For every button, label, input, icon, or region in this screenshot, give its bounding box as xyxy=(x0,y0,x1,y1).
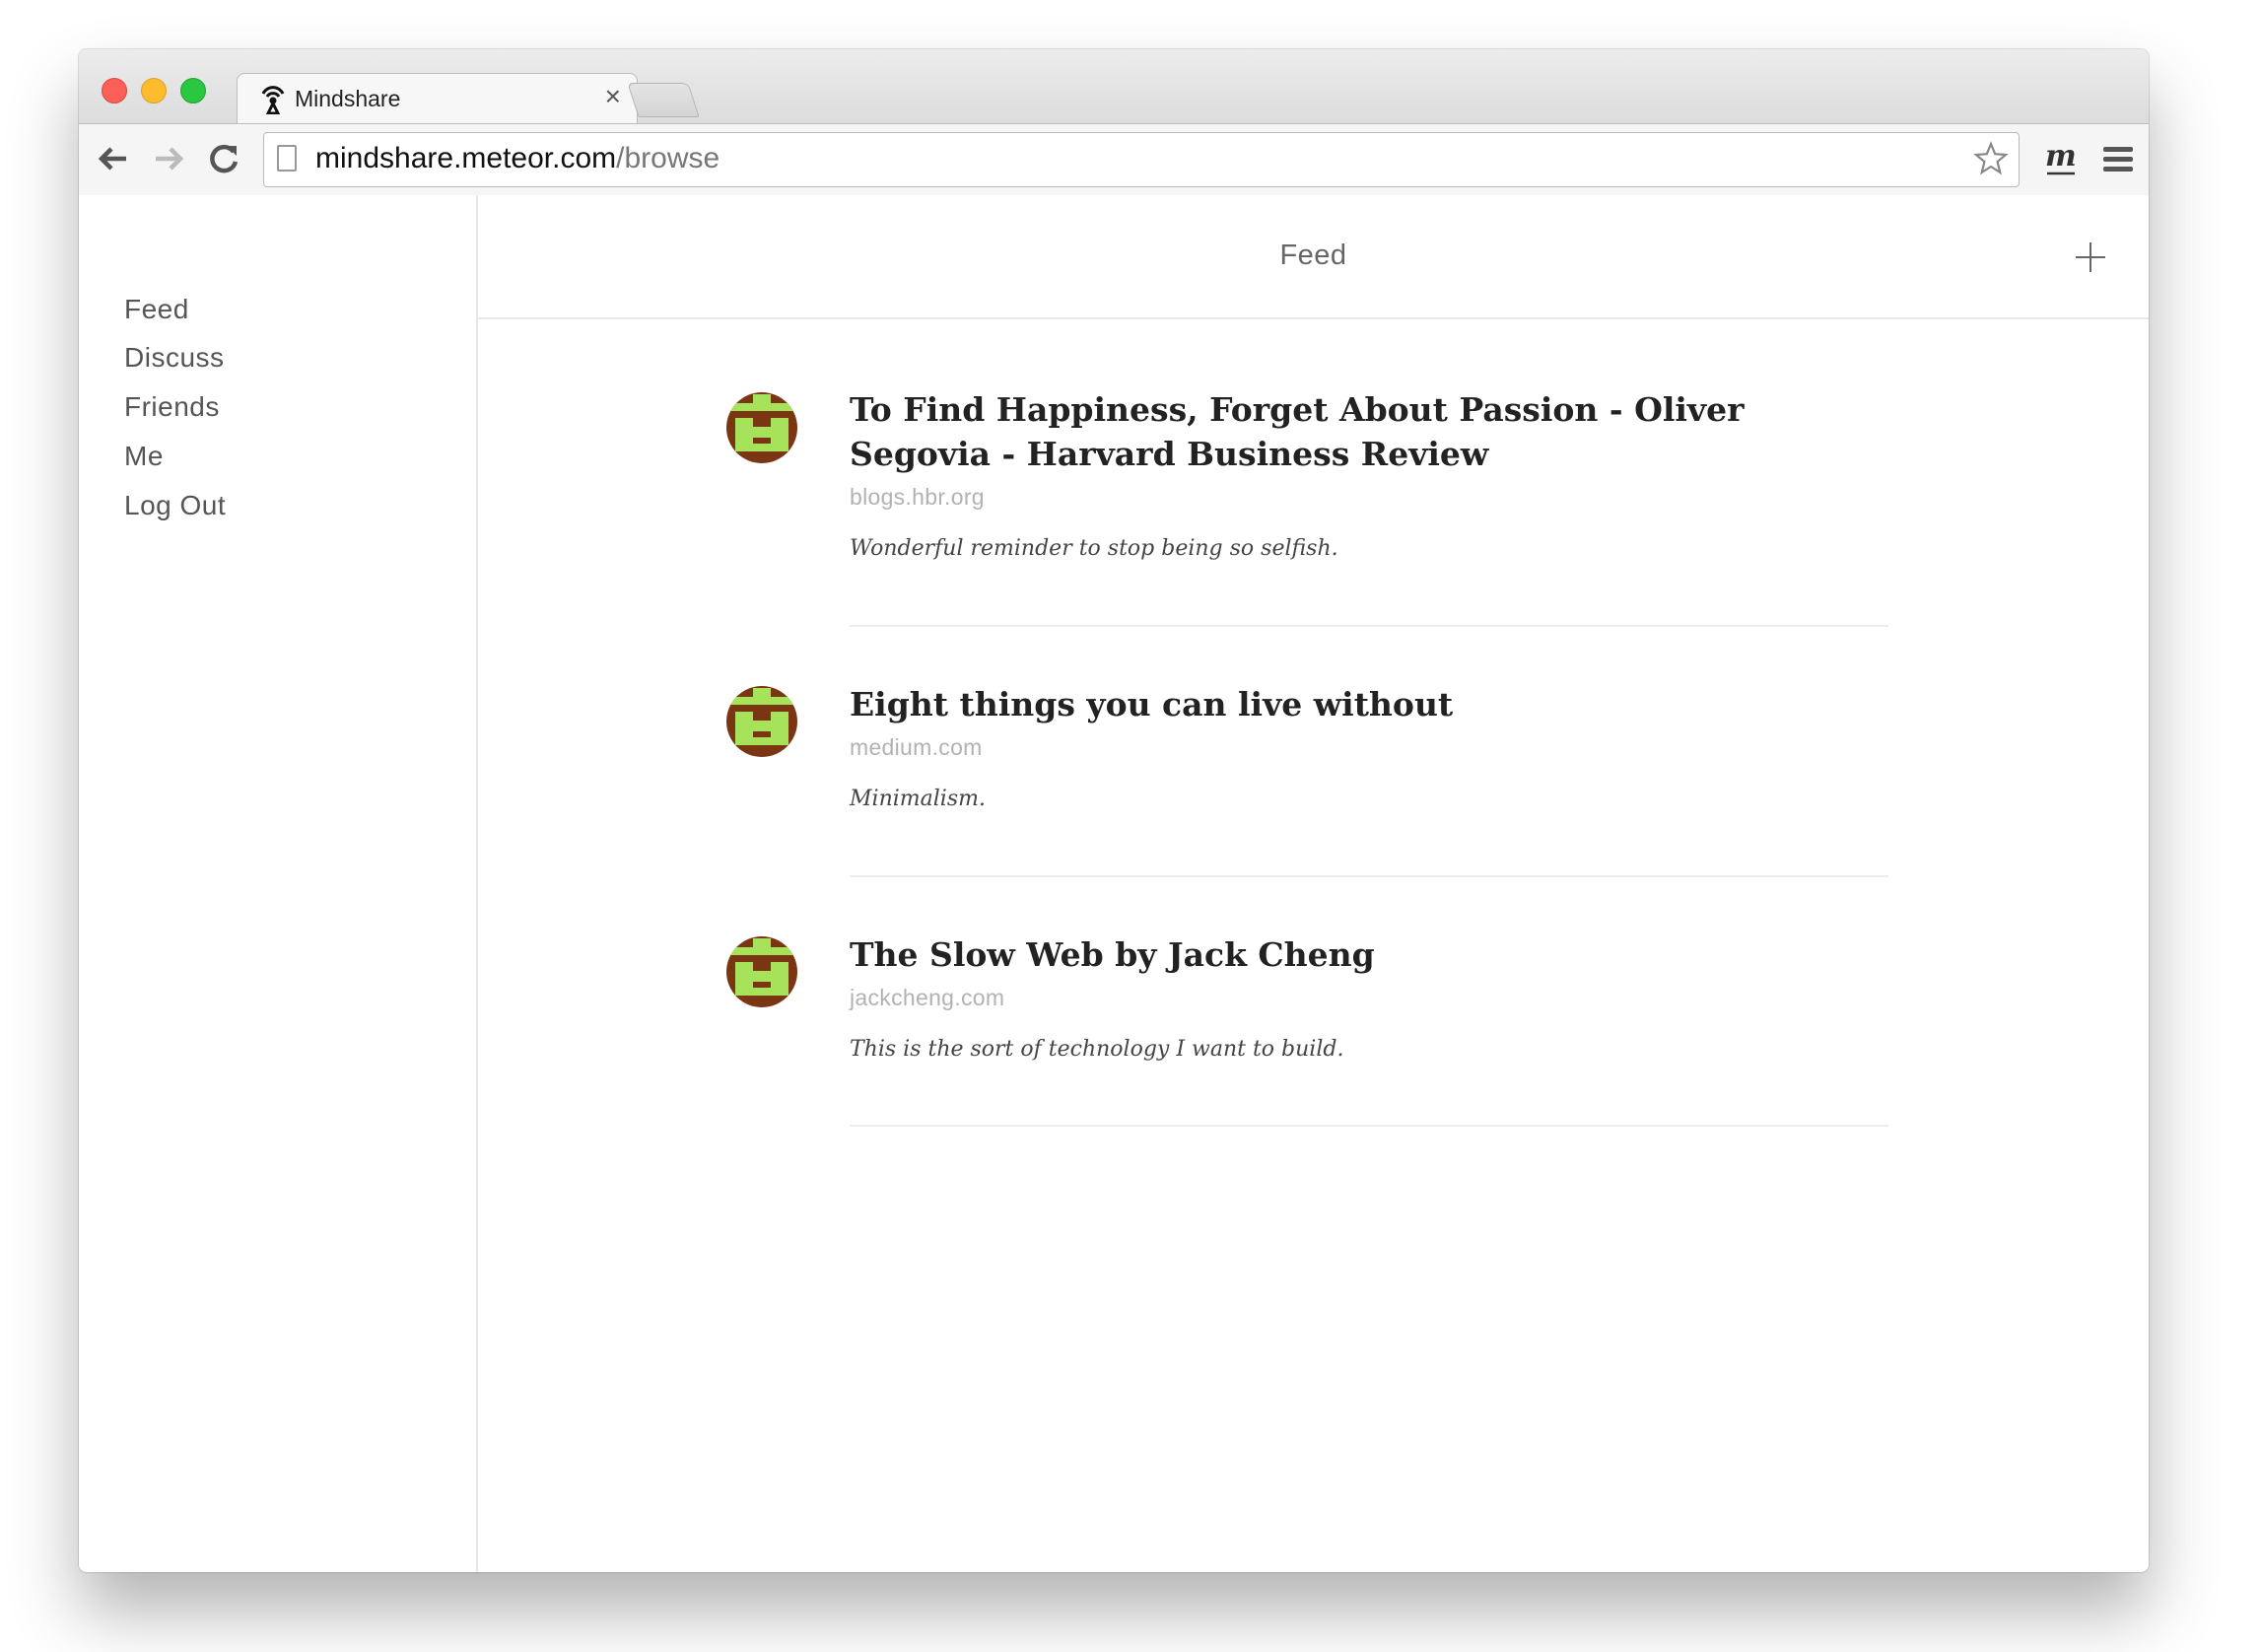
minimize-window-button[interactable] xyxy=(141,78,167,103)
maximize-window-button[interactable] xyxy=(180,78,206,103)
feed-item-body: The Slow Web by Jack Cheng jackcheng.com… xyxy=(850,932,1888,1062)
feed-item-comment: Wonderful reminder to stop being so self… xyxy=(850,536,1338,561)
browser-window: Mindshare × mindshare.meteor.com/browse … xyxy=(79,49,2149,1572)
url-host: mindshare.meteor.com xyxy=(315,142,617,174)
svg-text:m: m xyxy=(2045,139,2077,173)
address-bar[interactable]: mindshare.meteor.com/browse xyxy=(263,132,2020,187)
feed-item-comment: Minimalism. xyxy=(850,787,986,811)
browser-toolbar: mindshare.meteor.com/browse m xyxy=(79,123,2149,196)
page-content: Feed Discuss Friends Me Log Out Feed To … xyxy=(79,195,2149,1572)
feed-item-title[interactable]: To Find Happiness, Forget About Passion … xyxy=(850,387,1888,476)
new-tab-button[interactable] xyxy=(627,83,700,117)
feed-divider xyxy=(850,625,1888,627)
sidebar-item-friends[interactable]: Friends xyxy=(124,391,220,423)
sidebar-item-log-out[interactable]: Log Out xyxy=(124,490,226,521)
sidebar-item-discuss[interactable]: Discuss xyxy=(124,342,225,374)
browser-tab-mindshare[interactable]: Mindshare × xyxy=(237,73,638,124)
feed-divider xyxy=(850,1125,1888,1127)
feed-item-title[interactable]: The Slow Web by Jack Cheng xyxy=(850,932,1888,977)
feed-item-title[interactable]: Eight things you can live without xyxy=(850,682,1888,726)
page-icon xyxy=(277,145,297,172)
main-header: Feed xyxy=(478,195,2149,319)
extension-m-icon[interactable]: m xyxy=(2043,136,2079,179)
page-title: Feed xyxy=(1279,240,1347,271)
feed-item-body: To Find Happiness, Forget About Passion … xyxy=(850,387,1888,561)
tab-title: Mindshare xyxy=(295,86,401,111)
feed-divider xyxy=(850,875,1888,877)
avatar[interactable] xyxy=(726,686,797,757)
tab-close-icon[interactable]: × xyxy=(605,81,621,111)
url-path: /browse xyxy=(616,142,720,174)
close-window-button[interactable] xyxy=(102,78,127,103)
feed-item-domain: jackcheng.com xyxy=(850,985,1005,1010)
mindshare-favicon-icon xyxy=(261,86,285,114)
back-arrow-icon[interactable] xyxy=(93,138,134,179)
sidebar-item-me[interactable]: Me xyxy=(124,441,164,472)
url-text: mindshare.meteor.com/browse xyxy=(315,142,719,175)
sidebar: Feed Discuss Friends Me Log Out xyxy=(79,195,478,1572)
reload-icon[interactable] xyxy=(203,138,244,179)
add-post-button[interactable] xyxy=(2076,242,2105,272)
feed-item-comment: This is the sort of technology I want to… xyxy=(850,1037,1344,1062)
avatar[interactable] xyxy=(726,392,797,463)
forward-arrow-icon[interactable] xyxy=(148,138,189,179)
sidebar-item-feed[interactable]: Feed xyxy=(124,294,189,325)
main-panel: Feed To Find Happiness, Forget About Pas… xyxy=(478,195,2149,1572)
avatar[interactable] xyxy=(726,936,797,1007)
feed-item-body: Eight things you can live without medium… xyxy=(850,682,1888,811)
bookmark-star-icon[interactable] xyxy=(1973,137,2009,185)
title-bar: Mindshare × xyxy=(79,49,2149,124)
hamburger-menu-icon[interactable] xyxy=(2103,147,2133,172)
feed-item-domain: medium.com xyxy=(850,734,983,760)
feed-item-domain: blogs.hbr.org xyxy=(850,484,985,510)
